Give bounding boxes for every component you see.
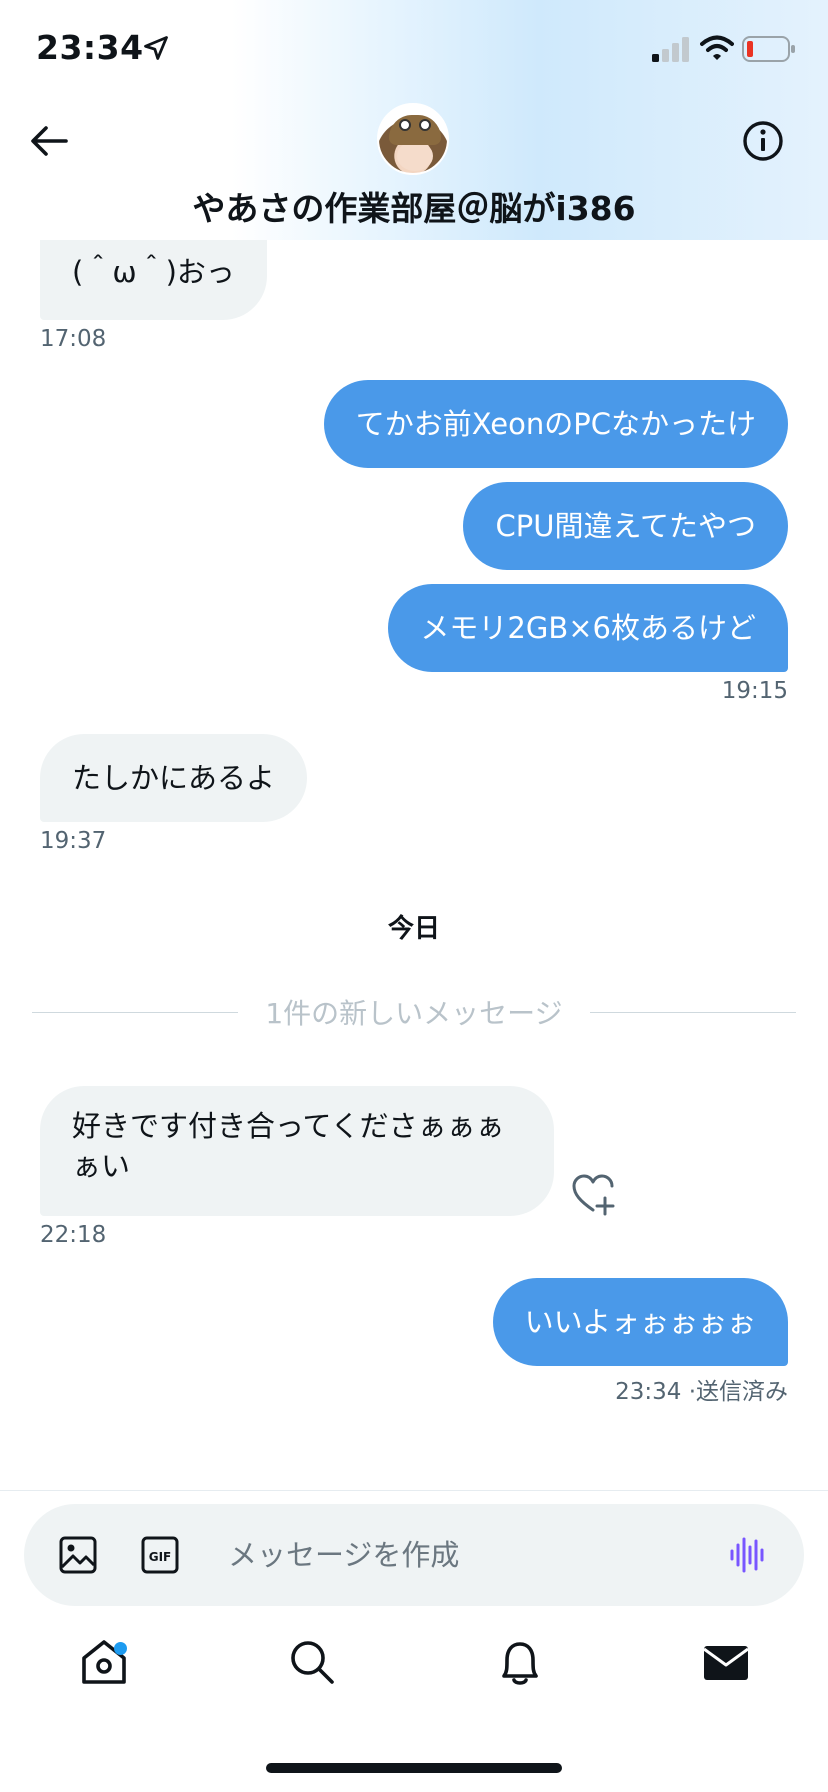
avatar[interactable] <box>377 103 449 175</box>
heart-plus-icon[interactable] <box>570 1172 616 1218</box>
message-text-line: ぁい <box>72 1149 131 1183</box>
home-indicator <box>266 1763 562 1773</box>
search-icon[interactable] <box>284 1634 340 1690</box>
message-text-line: 好きです付き合ってくださぁぁぁ <box>72 1109 505 1143</box>
status-bar: 23:34 <box>0 0 828 100</box>
notification-dot <box>114 1642 127 1655</box>
gif-icon[interactable]: GIF <box>140 1535 180 1575</box>
conversation-title[interactable]: やあさの作業部屋＠脳がi386 <box>0 182 828 230</box>
message-composer: GIF <box>24 1504 804 1606</box>
message-timestamp: 23:34 <box>615 1379 682 1405</box>
message-list: (＾ω＾)おっ 17:08 てかお前XeonのPCなかったけ CPU間違えてたや… <box>0 240 828 1490</box>
info-icon[interactable] <box>740 118 786 164</box>
back-arrow-icon[interactable] <box>26 118 72 164</box>
cellular-signal-icon <box>652 37 689 62</box>
message-timestamp-status: 23:34 ·送信済み <box>615 1372 788 1406</box>
message-bubble-outgoing[interactable]: いいよォぉぉぉぉ <box>492 1278 788 1366</box>
conversation-header: やあさの作業部屋＠脳がi386 <box>0 100 828 240</box>
envelope-icon[interactable] <box>698 1634 754 1690</box>
sent-status: ·送信済み <box>688 1379 788 1405</box>
svg-text:GIF: GIF <box>149 1550 172 1564</box>
message-timestamp: 19:15 <box>721 678 788 704</box>
wifi-icon <box>700 35 734 60</box>
divider <box>590 1012 796 1013</box>
battery-low-icon <box>742 36 795 62</box>
message-bubble-outgoing[interactable]: CPU間違えてたやつ <box>463 482 788 570</box>
bell-icon[interactable] <box>492 1634 548 1690</box>
message-bubble-incoming[interactable]: (＾ω＾)おっ <box>40 240 267 320</box>
message-bubble-outgoing[interactable]: てかお前XeonのPCなかったけ <box>323 380 788 468</box>
message-bubble-incoming[interactable]: 好きです付き合ってくださぁぁぁ ぁい <box>40 1086 554 1216</box>
composer-separator <box>0 1490 828 1491</box>
voice-wave-icon[interactable] <box>728 1535 768 1575</box>
message-bubble-outgoing[interactable]: メモリ2GB×6枚あるけど <box>388 584 788 672</box>
image-icon[interactable] <box>58 1535 98 1575</box>
message-timestamp: 17:08 <box>40 326 107 352</box>
day-separator: 今日 <box>387 914 440 944</box>
message-timestamp: 22:18 <box>40 1222 107 1248</box>
message-bubble-incoming[interactable]: たしかにあるよ <box>40 734 308 822</box>
location-arrow-icon <box>144 36 168 60</box>
status-time: 23:34 <box>36 28 144 67</box>
message-input[interactable] <box>228 1528 708 1582</box>
message-timestamp: 19:37 <box>40 828 107 854</box>
